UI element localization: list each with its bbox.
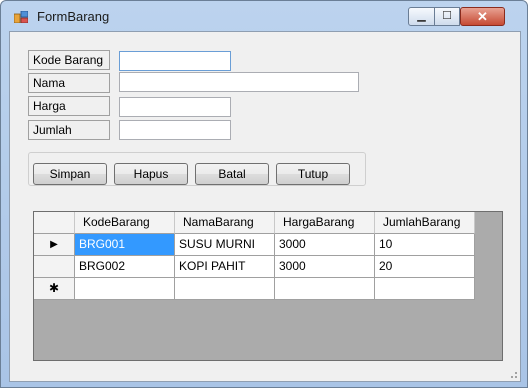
minimize-button[interactable]: ▁ (408, 7, 435, 26)
column-header-hargabarang[interactable]: HargaBarang (275, 212, 375, 234)
minimize-icon: ▁ (417, 10, 426, 22)
new-row-cell[interactable] (75, 278, 175, 300)
new-row-cell[interactable] (375, 278, 475, 300)
label-kode-barang: Kode Barang (28, 50, 110, 70)
title-bar[interactable]: FormBarang ▁ ☐ ✕ (1, 1, 527, 31)
maximize-icon: ☐ (442, 10, 452, 22)
window-title: FormBarang (37, 9, 110, 24)
cell-hargabarang[interactable]: 3000 (275, 256, 375, 278)
tutup-button[interactable]: Tutup (276, 163, 350, 185)
simpan-button[interactable]: Simpan (33, 163, 107, 185)
harga-input[interactable] (119, 97, 231, 117)
column-header-jumlahbarang[interactable]: JumlahBarang (375, 212, 475, 234)
close-button[interactable]: ✕ (460, 7, 505, 26)
label-jumlah: Jumlah (28, 120, 110, 140)
close-icon: ✕ (477, 9, 488, 24)
row-header[interactable] (34, 256, 75, 278)
resize-grip-icon[interactable] (508, 369, 518, 379)
new-row-cell[interactable] (175, 278, 275, 300)
form-window: FormBarang ▁ ☐ ✕ Kode Barang Nama Harga … (0, 0, 528, 388)
new-row-icon[interactable]: ✱ (34, 278, 75, 300)
cell-hargabarang[interactable]: 3000 (275, 234, 375, 256)
label-harga: Harga (28, 96, 110, 116)
cell-kodebarang[interactable]: BRG002 (75, 256, 175, 278)
column-header-namabarang[interactable]: NamaBarang (175, 212, 275, 234)
jumlah-input[interactable] (119, 120, 231, 140)
hapus-button[interactable]: Hapus (114, 163, 188, 185)
cell-jumlahbarang[interactable]: 10 (375, 234, 475, 256)
cell-namabarang[interactable]: SUSU MURNI (175, 234, 275, 256)
cell-jumlahbarang[interactable]: 20 (375, 256, 475, 278)
column-header-kodebarang[interactable]: KodeBarang (75, 212, 175, 234)
nama-input[interactable] (119, 72, 359, 92)
batal-button[interactable]: Batal (195, 163, 269, 185)
cell-kodebarang[interactable]: BRG001 (75, 234, 175, 256)
kode-barang-input[interactable] (119, 51, 231, 71)
grid-corner-header[interactable] (34, 212, 75, 234)
barang-data-grid[interactable]: KodeBarang NamaBarang HargaBarang Jumlah… (33, 211, 503, 361)
form-app-icon (14, 11, 28, 23)
new-row-cell[interactable] (275, 278, 375, 300)
label-nama: Nama (28, 73, 110, 93)
row-indicator-icon[interactable]: ▶ (34, 234, 75, 256)
form-client-area: Kode Barang Nama Harga Jumlah Simpan Hap… (9, 31, 521, 382)
maximize-button[interactable]: ☐ (434, 7, 460, 26)
cell-namabarang[interactable]: KOPI PAHIT (175, 256, 275, 278)
